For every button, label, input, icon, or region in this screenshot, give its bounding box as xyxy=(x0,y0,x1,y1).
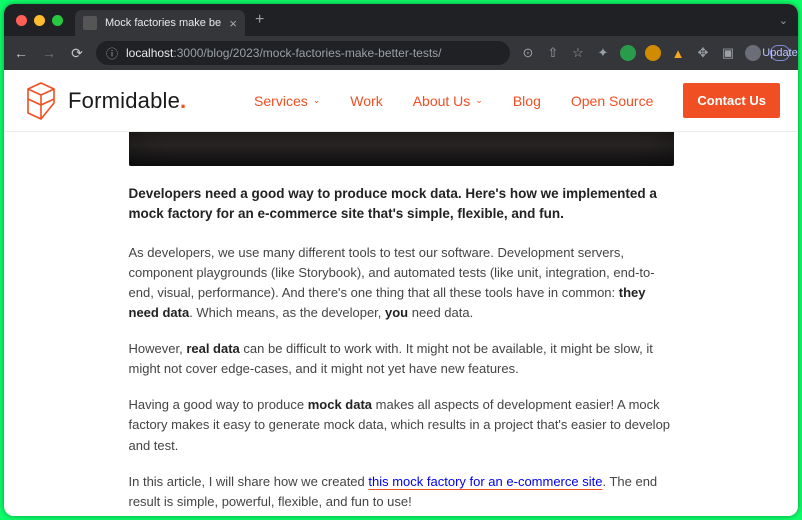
chevron-down-icon: ⌄ xyxy=(475,95,483,106)
site-info-icon[interactable]: ⓘ xyxy=(106,45,118,62)
tab-title: Mock factories make better tes xyxy=(105,17,221,29)
nav-about[interactable]: About Us⌄ xyxy=(413,93,483,109)
nav-services[interactable]: Services⌄ xyxy=(254,93,320,109)
address-bar[interactable]: ⓘ localhost:3000/blog/2023/mock-factorie… xyxy=(96,41,510,65)
tab-close-icon[interactable]: × xyxy=(229,16,237,31)
browser-toolbar: ← → ⟳ ⓘ localhost:3000/blog/2023/mock-fa… xyxy=(4,36,798,70)
brand-logo[interactable]: Formidable xyxy=(24,81,186,121)
main-nav: Services⌄ Work About Us⌄ Blog Open Sourc… xyxy=(254,83,780,118)
article-paragraph: However, real data can be difficult to w… xyxy=(129,339,674,379)
nav-work[interactable]: Work xyxy=(350,93,382,109)
update-button[interactable]: Update xyxy=(770,45,790,61)
nav-open-source[interactable]: Open Source xyxy=(571,93,654,109)
puzzle-icon[interactable]: ✥ xyxy=(695,45,711,61)
hero-image xyxy=(129,132,674,166)
contact-button[interactable]: Contact Us xyxy=(683,83,780,118)
search-icon[interactable]: ⊙ xyxy=(520,45,536,61)
url-path: :3000/blog/2023/mock-factories-make-bett… xyxy=(173,46,441,60)
extension-icon[interactable] xyxy=(620,45,636,61)
new-tab-button[interactable]: + xyxy=(245,11,274,29)
titlebar: Mock factories make better tes × + ⌄ xyxy=(4,4,798,36)
url-host: localhost xyxy=(126,46,173,60)
article-lead: Developers need a good way to produce mo… xyxy=(129,184,674,225)
browser-tab[interactable]: Mock factories make better tes × xyxy=(75,10,245,36)
favicon-icon xyxy=(83,16,97,30)
bookmark-icon[interactable]: ☆ xyxy=(570,45,586,61)
toolbar-actions: ⊙ ⇧ ☆ ✦ ▲ ✥ ▣ Update xyxy=(520,45,790,61)
tab-overflow-icon[interactable]: ⌄ xyxy=(769,14,798,27)
logo-icon xyxy=(24,81,58,121)
window-icon[interactable]: ▣ xyxy=(720,45,736,61)
article-link-mock-factory[interactable]: this mock factory for an e-commerce site xyxy=(368,474,602,489)
brand-name: Formidable xyxy=(68,88,186,114)
article-paragraph: In this article, I will share how we cre… xyxy=(129,472,674,512)
nav-blog[interactable]: Blog xyxy=(513,93,541,109)
reload-icon[interactable]: ⟳ xyxy=(68,45,86,62)
extension-icon[interactable] xyxy=(645,45,661,61)
forward-icon[interactable]: → xyxy=(40,45,58,61)
profile-avatar[interactable] xyxy=(745,45,761,61)
maximize-icon[interactable] xyxy=(52,15,63,26)
back-icon[interactable]: ← xyxy=(12,45,30,61)
browser-window: Mock factories make better tes × + ⌄ ← →… xyxy=(4,4,798,516)
close-icon[interactable] xyxy=(16,15,27,26)
article-paragraph: As developers, we use many different too… xyxy=(129,243,674,324)
site-header: Formidable Services⌄ Work About Us⌄ Blog… xyxy=(4,70,798,132)
article: Developers need a good way to produce mo… xyxy=(129,132,674,516)
page-content: Developers need a good way to produce mo… xyxy=(4,132,798,516)
extensions-icon[interactable]: ✦ xyxy=(595,45,611,61)
window-controls xyxy=(16,15,63,26)
rss-icon[interactable]: ▲ xyxy=(670,45,686,61)
share-icon[interactable]: ⇧ xyxy=(545,45,561,61)
article-paragraph: Having a good way to produce mock data m… xyxy=(129,395,674,455)
minimize-icon[interactable] xyxy=(34,15,45,26)
chevron-down-icon: ⌄ xyxy=(313,95,321,106)
